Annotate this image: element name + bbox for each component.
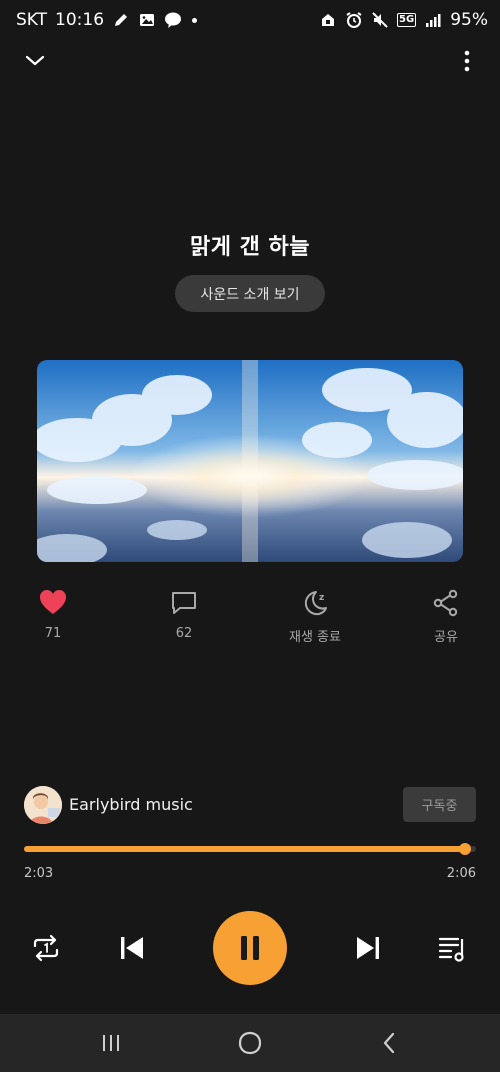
- share-icon: [401, 588, 491, 618]
- gallery-icon: [138, 11, 156, 29]
- more-vertical-icon: [464, 50, 470, 72]
- kakaotalk-icon: [164, 11, 182, 29]
- back-icon: [383, 1032, 395, 1054]
- subscribe-button[interactable]: 구독중: [403, 787, 476, 822]
- progress-fill: [24, 846, 466, 852]
- signal-bars-icon: [424, 11, 442, 29]
- sound-intro-button[interactable]: 사운드 소개 보기: [175, 275, 325, 312]
- more-options-button[interactable]: [454, 48, 480, 74]
- album-artwork: [37, 360, 463, 562]
- sleep-timer-button[interactable]: z 재생 종료: [270, 588, 360, 645]
- repeat-one-icon: [33, 934, 59, 962]
- chevron-down-icon: [25, 55, 45, 66]
- home-lock-icon: [319, 11, 337, 29]
- channel-row: Earlybird music 구독중: [24, 786, 476, 824]
- recent-apps-button[interactable]: [98, 1030, 124, 1056]
- moon-sleep-icon: z: [270, 588, 360, 618]
- recent-apps-icon: [103, 1035, 119, 1051]
- channel-name[interactable]: Earlybird music: [69, 795, 193, 814]
- battery-percent: 95%: [450, 10, 488, 30]
- current-time: 2:03: [24, 866, 54, 881]
- player-top-bar: [0, 46, 500, 80]
- alarm-icon: [345, 11, 363, 29]
- status-right: 5G 95%: [319, 10, 488, 30]
- total-time: 2:06: [446, 866, 476, 881]
- like-button[interactable]: 71: [8, 588, 98, 641]
- share-label: 공유: [434, 630, 458, 645]
- pause-button[interactable]: [213, 911, 287, 985]
- skip-previous-icon: [121, 937, 143, 959]
- comment-count: 62: [175, 626, 193, 641]
- playback-controls: [0, 910, 500, 990]
- pen-icon: [112, 11, 130, 29]
- playlist-icon: [438, 937, 464, 962]
- status-bar: SKT 10:16 5G 95%: [0, 0, 500, 42]
- status-left: SKT 10:16: [16, 10, 198, 30]
- home-button[interactable]: [237, 1030, 263, 1056]
- progress-thumb[interactable]: [459, 843, 472, 855]
- track-title: 맑게 갠 하늘: [189, 235, 311, 260]
- playlist-button[interactable]: [436, 932, 470, 964]
- sleep-timer-label: 재생 종료: [289, 630, 341, 645]
- status-time: 10:16: [55, 10, 105, 30]
- repeat-button[interactable]: [30, 932, 62, 964]
- progress-bar[interactable]: [24, 843, 476, 855]
- channel-avatar[interactable]: [24, 786, 62, 824]
- svg-text:z: z: [319, 593, 324, 603]
- back-button[interactable]: [377, 1030, 403, 1056]
- like-count: 71: [44, 626, 62, 641]
- next-button[interactable]: [352, 932, 384, 964]
- action-row: 71 62 z 재생 종료 공유: [0, 588, 500, 648]
- pause-icon: [241, 936, 259, 960]
- share-button[interactable]: 공유: [401, 588, 491, 645]
- comment-icon: [139, 588, 229, 618]
- collapse-button[interactable]: [22, 48, 48, 74]
- notification-dot: [192, 17, 198, 23]
- mute-icon: [371, 11, 389, 29]
- system-nav-bar: [0, 1014, 500, 1072]
- network-label: 5G: [397, 13, 417, 27]
- skip-next-icon: [357, 937, 379, 959]
- comment-button[interactable]: 62: [139, 588, 229, 641]
- status-carrier: SKT: [16, 10, 48, 30]
- home-icon: [238, 1031, 262, 1055]
- previous-button[interactable]: [116, 932, 148, 964]
- heart-icon: [8, 588, 98, 618]
